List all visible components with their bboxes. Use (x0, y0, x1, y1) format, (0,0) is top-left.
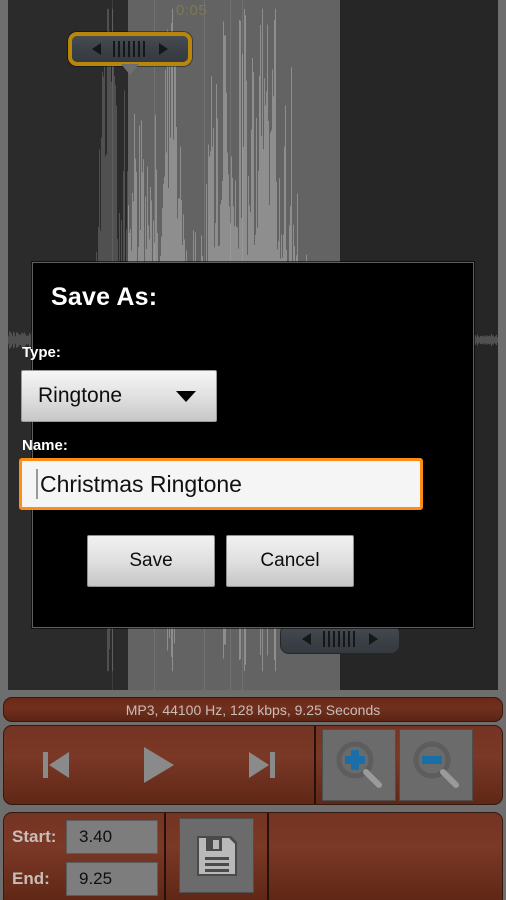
triangle-left-icon (92, 43, 101, 55)
cancel-button[interactable]: Cancel (226, 535, 354, 587)
zoom-controls (316, 726, 502, 804)
skip-previous-icon (42, 752, 69, 778)
end-time-input[interactable]: 9.25 (66, 862, 158, 896)
triangle-right-icon (159, 43, 168, 55)
triangle-right-icon (369, 633, 378, 645)
selection-end-handle[interactable] (280, 624, 400, 654)
start-time-row: Start: 3.40 (4, 819, 164, 855)
selection-start-handle[interactable] (68, 32, 192, 66)
transport-bar (3, 725, 503, 805)
floppy-disk-save-icon (196, 835, 237, 876)
start-time-label: Start: (12, 827, 57, 846)
start-time-input[interactable]: 3.40 (66, 820, 158, 854)
end-time-row: End: 9.25 (4, 861, 164, 897)
type-spinner[interactable]: Ringtone (21, 370, 217, 422)
end-time-label: End: (12, 869, 50, 888)
dialog-title: Save As: (51, 283, 158, 311)
skip-next-icon (249, 752, 276, 778)
time-fields: Start: 3.40 End: 9.25 (4, 813, 164, 900)
file-info-bar: MP3, 44100 Hz, 128 kbps, 9.25 Seconds (3, 697, 503, 722)
name-input-value: Christmas Ringtone (40, 470, 242, 497)
magnifier-plus-icon (336, 741, 382, 788)
file-info-text: MP3, 44100 Hz, 128 kbps, 9.25 Seconds (125, 701, 381, 718)
edit-bar-divider-2 (267, 813, 269, 900)
chevron-down-icon (176, 390, 196, 402)
triangle-left-icon (302, 633, 311, 645)
rewind-button[interactable] (29, 738, 83, 792)
waveform-time-label: 0:05 (176, 2, 208, 19)
grip-lines-icon (323, 631, 357, 647)
magnifier-minus-icon (413, 741, 459, 788)
grip-lines-icon (113, 41, 147, 57)
type-field-label: Type: (22, 344, 61, 361)
playback-controls (4, 726, 316, 804)
zoom-out-button[interactable] (399, 729, 473, 801)
save-file-button[interactable] (179, 818, 254, 893)
edit-bar-divider (164, 813, 166, 900)
zoom-in-button[interactable] (322, 729, 396, 801)
type-spinner-value: Ringtone (38, 384, 123, 407)
app-root: 0:05 Save As: Type: Ringtone Name: Chris… (0, 0, 506, 900)
play-button[interactable] (132, 738, 186, 792)
edit-bar: Start: 3.40 End: 9.25 (3, 812, 503, 900)
selection-start-pointer (121, 64, 139, 75)
play-icon (143, 747, 174, 783)
name-input[interactable]: Christmas Ringtone (19, 458, 423, 510)
forward-button[interactable] (235, 738, 289, 792)
name-field-label: Name: (22, 437, 68, 454)
save-button[interactable]: Save (87, 535, 215, 587)
